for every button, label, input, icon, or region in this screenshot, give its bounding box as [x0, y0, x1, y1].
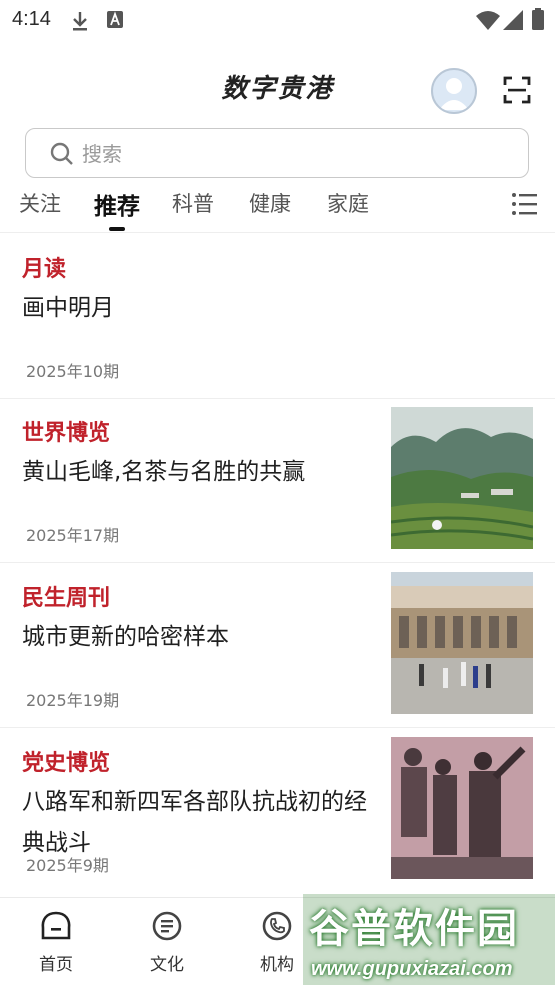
home-icon: [41, 911, 71, 940]
tab-follow[interactable]: 关注: [19, 188, 61, 218]
app-header: 数字贵港: [0, 52, 555, 128]
status-time: 4:14: [12, 8, 51, 30]
avatar[interactable]: [431, 68, 477, 114]
active-tab-indicator: [109, 227, 125, 231]
wifi-icon: [476, 10, 500, 34]
article-thumbnail: [391, 407, 533, 549]
article-item[interactable]: 党史博览 八路军和新四军各部队抗战初的经典战斗 2025年9期: [0, 727, 555, 897]
culture-icon: [152, 911, 182, 941]
article-title: 黄山毛峰,名茶与名胜的共赢: [22, 459, 306, 485]
phone-icon: [262, 911, 292, 941]
tab-family[interactable]: 家庭: [327, 188, 369, 218]
article-item[interactable]: 世界博览 黄山毛峰,名茶与名胜的共赢 2025年17期: [0, 397, 555, 563]
watermark-logo: 谷普软件园 www.gupuxiazai.com: [303, 894, 555, 985]
article-thumbnail: [391, 572, 533, 714]
nav-item-culture[interactable]: 文化: [127, 910, 207, 975]
article-source: 月读: [22, 256, 67, 282]
article-issue: 2025年19期: [26, 691, 120, 710]
article-issue: 2025年10期: [26, 362, 120, 381]
list-menu-icon[interactable]: [511, 192, 537, 220]
scan-icon[interactable]: [503, 76, 531, 108]
download-icon: [70, 10, 90, 36]
search-input[interactable]: [80, 139, 484, 169]
watermark-url: www.gupuxiazai.com: [311, 958, 513, 980]
user-avatar-icon: [439, 78, 469, 110]
tab-recommend[interactable]: 推荐: [94, 187, 140, 221]
status-bar: 4:14: [0, 0, 555, 44]
search-box[interactable]: [25, 128, 529, 178]
article-title: 画中明月: [22, 295, 114, 321]
article-issue: 2025年9期: [26, 856, 109, 875]
watermark-title: 谷普软件园: [309, 906, 519, 952]
nav-label-home: 首页: [39, 955, 73, 975]
article-title: 城市更新的哈密样本: [22, 624, 229, 650]
font-a-icon: [106, 10, 124, 34]
article-source: 党史博览: [22, 750, 111, 776]
category-tabs: 关注 推荐 科普 健康 家庭: [0, 180, 555, 233]
article-item[interactable]: 民生周刊 城市更新的哈密样本 2025年19期: [0, 562, 555, 728]
soldiers-photo-icon: [391, 737, 533, 879]
signal-icon: [503, 10, 523, 34]
article-issue: 2025年17期: [26, 526, 120, 545]
article-thumbnail: [391, 737, 533, 879]
nav-item-home[interactable]: 首页: [16, 910, 96, 975]
search-icon: [50, 142, 74, 170]
battery-icon: [532, 8, 544, 34]
article-source: 世界博览: [22, 420, 111, 446]
hami-station-photo-icon: [391, 572, 533, 714]
article-item[interactable]: 月读 画中明月 2025年10期: [0, 233, 555, 399]
tab-health[interactable]: 健康: [249, 188, 291, 218]
article-source: 民生周刊: [22, 585, 111, 611]
nav-label-culture: 文化: [150, 955, 184, 975]
tea-mountain-photo-icon: [391, 407, 533, 549]
tab-science[interactable]: 科普: [172, 188, 214, 218]
